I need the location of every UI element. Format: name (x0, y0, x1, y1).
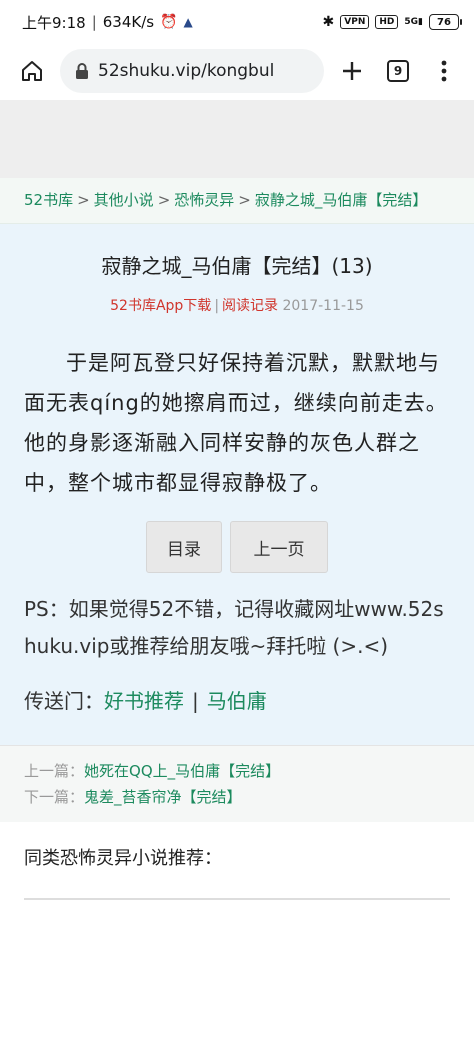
more-vert-icon (441, 60, 447, 82)
prev-article-row: 上一篇：她死在QQ上_马伯庸【完结】 (24, 758, 450, 784)
chapter-text: 于是阿瓦登只好保持着沉默，默默地与面无表qíng的她擦肩而过，继续向前走去。他的… (24, 351, 448, 495)
url-text[interactable]: 52shuku.vip/kongbul (98, 61, 274, 81)
next-article-link[interactable]: 鬼差_苔香帘净【完结】 (84, 788, 242, 806)
similar-heading: 同类恐怖灵异小说推荐： (24, 848, 222, 869)
app-download-link[interactable]: 52书库App下载 (110, 298, 211, 314)
battery-level: 76 (429, 14, 459, 30)
breadcrumb: 52书库 > 其他小说 > 恐怖灵异 > 寂静之城_马伯庸【完结】 (0, 178, 474, 224)
signal-icon: 5G▮ (404, 16, 423, 27)
author-link[interactable]: 马伯庸 (207, 689, 267, 713)
breadcrumb-sep: > (238, 191, 251, 209)
app-notification-icon: ▲ (183, 15, 193, 29)
recommend-link[interactable]: 好书推荐 (104, 689, 184, 713)
portal-label: 传送门： (24, 689, 104, 713)
chapter-content-area: 寂静之城_马伯庸【完结】(13) 52书库App下载 | 阅读记录 2017-11-… (0, 224, 474, 745)
next-article-label: 下一篇： (24, 788, 85, 806)
ps-notice: PS：如果觉得52不错，记得收藏网址www.52shuku.vip或推荐给朋友哦… (24, 597, 444, 658)
reading-log-link[interactable]: 阅读记录 (222, 298, 278, 314)
breadcrumb-home[interactable]: 52书库 (24, 191, 73, 209)
site-info-icon[interactable] (74, 62, 90, 80)
tab-switcher-button[interactable]: 9 (380, 53, 416, 89)
toc-button[interactable]: 目录 (146, 521, 222, 573)
network-speed: 634K/s (102, 13, 155, 31)
home-icon (22, 61, 42, 81)
breadcrumb-other-novels[interactable]: 其他小说 (94, 191, 154, 209)
prev-page-button[interactable]: 上一页 (230, 521, 328, 573)
menu-button[interactable] (426, 53, 462, 89)
address-bar[interactable]: 52shuku.vip/kongbul (60, 49, 324, 93)
vpn-badge: VPN (340, 15, 370, 29)
battery-tip (460, 19, 462, 25)
status-time: 上午9:18 (22, 13, 86, 32)
status-bar: 上午9:18 | 634K/s ⏰ ▲ ✱ VPN HD 5G▮ 76 (0, 0, 474, 44)
breadcrumb-sep: > (77, 191, 90, 209)
prev-article-label: 上一篇： (24, 762, 85, 780)
prev-article-link[interactable]: 她死在QQ上_马伯庸【完结】 (84, 762, 280, 780)
ad-placeholder (0, 100, 474, 178)
breadcrumb-sep: > (157, 191, 171, 209)
bluetooth-icon: ✱ (322, 14, 335, 30)
next-article-row: 下一篇：鬼差_苔香帘净【完结】 (24, 784, 450, 810)
publish-date: 2017-11-15 (282, 298, 364, 314)
tab-count: 9 (387, 60, 409, 82)
breadcrumb-book[interactable]: 寂静之城_马伯庸【完结】 (255, 191, 428, 209)
breadcrumb-horror[interactable]: 恐怖灵异 (174, 191, 234, 209)
chapter-meta: 52书库App下载 | 阅读记录 2017-11-15 (24, 295, 450, 315)
browser-toolbar: 52shuku.vip/kongbul 9 (0, 44, 474, 98)
status-divider: | (91, 13, 97, 31)
prev-next-articles: 上一篇：她死在QQ上_马伯庸【完结】 下一篇：鬼差_苔香帘净【完结】 (0, 745, 474, 822)
portal-divider: | (192, 689, 199, 713)
chapter-nav: 目录 上一页 (24, 521, 450, 573)
signal-label: 5G (404, 16, 419, 27)
chapter-title: 寂静之城_马伯庸【完结】(13) (101, 254, 373, 278)
home-button[interactable] (14, 53, 50, 89)
meta-divider: | (214, 298, 220, 314)
new-tab-button[interactable] (334, 53, 370, 89)
portal-links: 传送门：好书推荐 | 马伯庸 (24, 683, 450, 719)
alarm-icon: ⏰ (160, 14, 178, 30)
plus-icon (343, 62, 361, 80)
section-divider (24, 898, 450, 900)
battery-icon: 76 (429, 14, 462, 30)
volte-badge: HD (375, 15, 399, 29)
